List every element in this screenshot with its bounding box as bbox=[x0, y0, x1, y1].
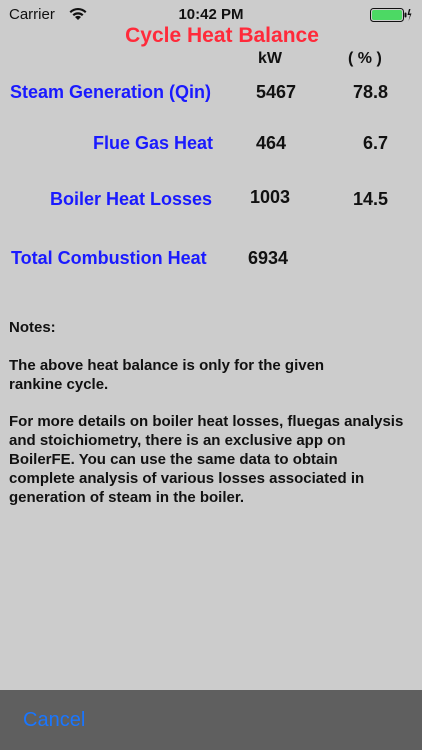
row-label-steam-generation: Steam Generation (Qin) bbox=[10, 82, 212, 102]
row-label-boiler-heat-losses: Boiler Heat Losses bbox=[50, 189, 213, 209]
cancel-button[interactable]: Cancel bbox=[23, 709, 85, 732]
row-value-steam-generation-kw: 5467 bbox=[256, 82, 297, 102]
row-value-flue-gas-heat-percent: 6.7 bbox=[362, 133, 388, 153]
notes-paragraph-2: For more details on boiler heat losses, … bbox=[9, 413, 404, 506]
bottom-toolbar: Cancel bbox=[0, 690, 422, 750]
row-label-flue-gas-heat: Flue Gas Heat bbox=[93, 133, 214, 153]
page-title: Cycle Heat Balance bbox=[125, 24, 319, 47]
notes-heading: Notes: bbox=[9, 319, 56, 336]
notes-paragraph-1: The above heat balance is only for the g… bbox=[9, 357, 325, 393]
row-value-flue-gas-heat-kw: 464 bbox=[256, 133, 287, 153]
column-header-percent: ( % ) bbox=[348, 50, 382, 67]
row-value-boiler-heat-losses-percent: 14.5 bbox=[352, 189, 388, 209]
row-value-steam-generation-percent: 78.8 bbox=[352, 82, 388, 102]
charging-icon bbox=[407, 9, 412, 21]
row-value-total-combustion-heat-kw: 6934 bbox=[248, 248, 289, 268]
row-value-boiler-heat-losses-kw: 1003 bbox=[250, 187, 291, 207]
status-time: 10:42 PM bbox=[178, 6, 244, 23]
row-label-total-combustion-heat: Total Combustion Heat bbox=[11, 248, 207, 268]
column-header-kw: kW bbox=[258, 50, 282, 67]
battery-icon bbox=[370, 8, 412, 22]
